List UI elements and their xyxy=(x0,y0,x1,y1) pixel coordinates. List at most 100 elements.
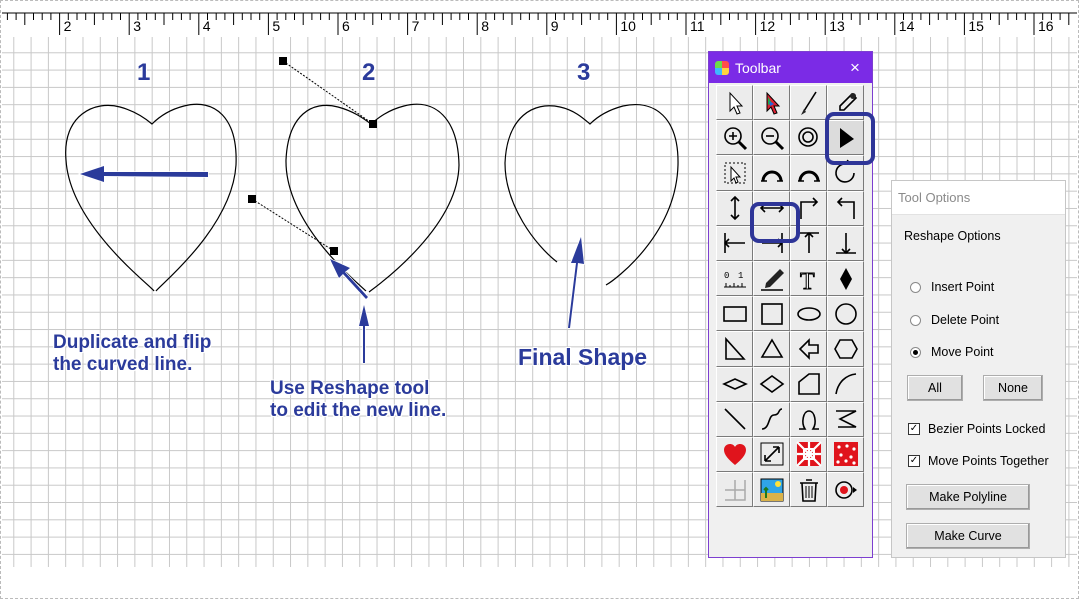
caption-reshape-line1: Use Reshape tool xyxy=(270,378,430,399)
diamond-icon xyxy=(759,375,784,394)
corner-left-tool[interactable] xyxy=(827,190,864,226)
zigzag-tool[interactable] xyxy=(827,401,864,437)
circle-icon xyxy=(834,302,857,325)
ruler-measure-icon: 01 xyxy=(723,271,746,288)
trash-tool[interactable] xyxy=(790,472,827,508)
arrow-up xyxy=(358,304,370,364)
align-left-icon xyxy=(723,233,745,254)
arc-line-tool[interactable] xyxy=(827,366,864,402)
zoom-out-tool[interactable] xyxy=(753,120,790,156)
insert-point-radio[interactable]: Insert Point xyxy=(910,280,994,294)
svg-text:1: 1 xyxy=(738,271,743,281)
all-button[interactable]: All xyxy=(907,375,963,401)
align-top-icon xyxy=(798,232,819,254)
tool-options-panel: Tool Options Reshape Options Insert Poin… xyxy=(891,180,1066,558)
tool-options-title: Tool Options xyxy=(892,181,1065,215)
toolbar-title-bar[interactable]: Toolbar × xyxy=(709,52,872,83)
bezier-locked-check-icon[interactable]: ✓ xyxy=(908,423,920,435)
triangle-tool[interactable] xyxy=(753,331,790,367)
corner-right-tool[interactable] xyxy=(790,190,827,226)
delete-point-radio-circle[interactable] xyxy=(910,314,921,326)
caption-duplicate-line1: Duplicate and flip xyxy=(53,332,212,353)
arc-right-tool[interactable] xyxy=(790,155,827,191)
toolbar-title: Toolbar xyxy=(735,59,781,76)
align-right-tool[interactable] xyxy=(753,225,790,261)
paintbrush-icon xyxy=(800,91,817,115)
align-left-tool[interactable] xyxy=(716,225,753,261)
quarter-shape-icon xyxy=(797,373,820,395)
zoom-in-icon xyxy=(723,126,747,150)
make-polyline-button[interactable]: Make Polyline xyxy=(906,484,1030,510)
landscape-image-tool[interactable] xyxy=(753,472,790,508)
make-curve-button[interactable]: Make Curve xyxy=(906,523,1030,549)
fabric-swatch-tool[interactable] xyxy=(827,436,864,473)
align-top-tool[interactable] xyxy=(790,225,827,261)
flip-horizontal-icon xyxy=(759,203,784,213)
hexagon-tool[interactable] xyxy=(827,331,864,367)
heart-tool[interactable] xyxy=(716,436,753,473)
flip-horizontal-tool[interactable] xyxy=(753,190,790,226)
bezier-handle xyxy=(248,195,256,203)
square-tool[interactable] xyxy=(753,296,790,332)
zoom-in-tool[interactable] xyxy=(716,120,753,156)
zigzag-icon xyxy=(835,410,856,429)
zoom-fit-tool[interactable] xyxy=(790,120,827,156)
bezier-locked-checkbox[interactable]: ✓ Bezier Points Locked xyxy=(908,422,1045,436)
move-point-radio-circle[interactable] xyxy=(910,346,921,358)
text-icon: T xyxy=(799,268,815,293)
align-bottom-icon xyxy=(835,233,856,255)
insert-point-radio-circle[interactable] xyxy=(910,281,921,293)
arrow-shape-tool[interactable] xyxy=(790,331,827,367)
move-together-check-icon[interactable]: ✓ xyxy=(908,455,920,467)
bezier-handle-line-top xyxy=(282,60,374,125)
paintbrush-tool[interactable] xyxy=(790,85,827,121)
select-box-tool[interactable] xyxy=(716,155,753,191)
move-point-label: Move Point xyxy=(931,345,994,359)
reshape-arrow-tool[interactable] xyxy=(827,120,864,156)
curve-line-tool[interactable] xyxy=(753,401,790,437)
curve-line-icon xyxy=(761,408,782,431)
quilt-block-icon xyxy=(795,441,822,468)
heart-icon xyxy=(723,444,746,466)
move-together-checkbox[interactable]: ✓ Move Points Together xyxy=(908,454,1049,468)
block-grid-tool[interactable] xyxy=(716,472,753,508)
ruler-measure-tool[interactable]: 01 xyxy=(716,260,753,297)
arrow-up-final xyxy=(567,236,585,329)
reshape-arrow-icon xyxy=(839,127,854,148)
resize-tool[interactable] xyxy=(753,436,790,473)
rectangle-icon xyxy=(722,305,747,322)
ellipse-tool[interactable] xyxy=(790,296,827,332)
pen-tool[interactable] xyxy=(753,260,790,297)
diamond-fill-tool[interactable] xyxy=(827,260,864,297)
flip-vertical-tool[interactable] xyxy=(716,190,753,226)
color-select-arrow-tool[interactable] xyxy=(753,85,790,121)
right-triangle-tool[interactable] xyxy=(716,331,753,367)
select-arrow-tool[interactable] xyxy=(716,85,753,121)
text-tool[interactable]: T xyxy=(790,260,827,297)
rectangle-tool[interactable] xyxy=(716,296,753,332)
heart-outline-3 xyxy=(504,104,679,286)
eyedropper-tool[interactable] xyxy=(827,85,864,121)
align-bottom-tool[interactable] xyxy=(827,225,864,261)
block-grid-icon xyxy=(724,479,746,501)
flat-diamond-tool[interactable] xyxy=(716,366,753,402)
step-number-2: 2 xyxy=(362,59,376,86)
straight-line-tool[interactable] xyxy=(716,401,753,437)
quarter-shape-tool[interactable] xyxy=(790,366,827,402)
delete-point-radio[interactable]: Delete Point xyxy=(910,313,999,327)
move-point-radio[interactable]: Move Point xyxy=(910,345,994,359)
loop-tool[interactable] xyxy=(790,401,827,437)
diamond-fill-icon xyxy=(839,267,852,290)
rotate-tool[interactable] xyxy=(827,155,864,191)
none-button[interactable]: None xyxy=(983,375,1043,401)
select-box-icon xyxy=(724,162,745,184)
diamond-tool[interactable] xyxy=(753,366,790,402)
circle-tool[interactable] xyxy=(827,296,864,332)
trash-icon xyxy=(799,478,818,502)
close-button[interactable]: × xyxy=(838,58,872,78)
record-icon xyxy=(834,480,857,499)
arc-left-tool[interactable] xyxy=(753,155,790,191)
quilt-block-tool[interactable] xyxy=(790,436,827,473)
record-tool[interactable] xyxy=(827,472,864,508)
hexagon-icon xyxy=(833,339,858,359)
